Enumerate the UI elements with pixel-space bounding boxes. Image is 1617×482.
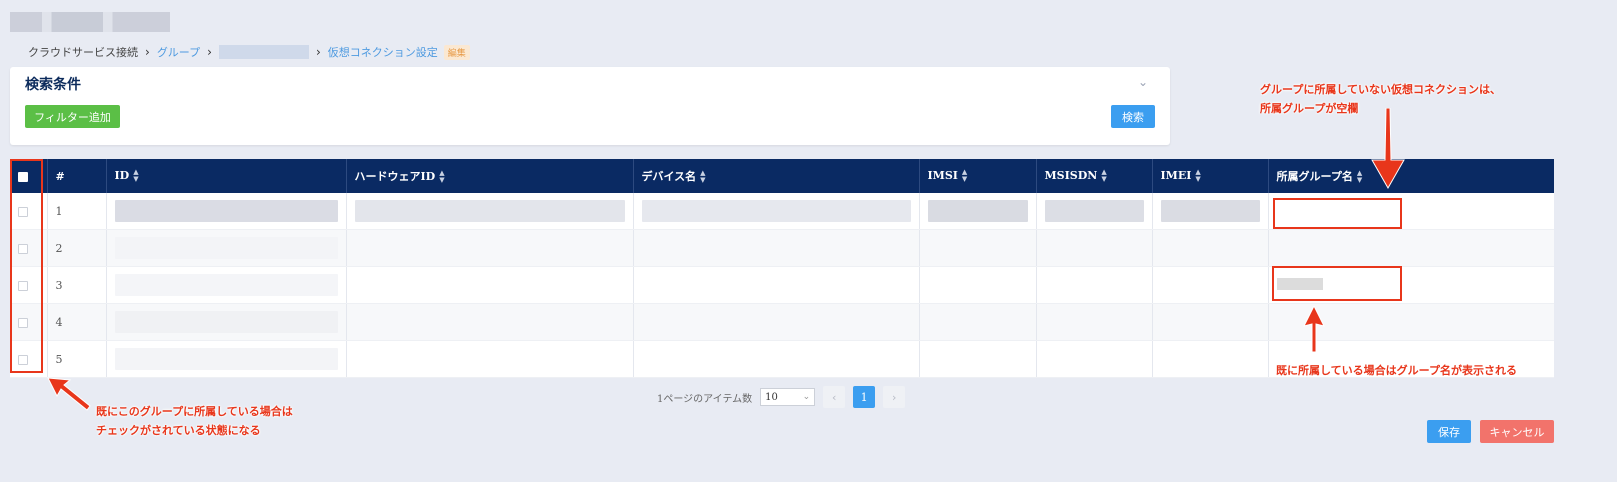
chevron-right-icon: ›: [145, 45, 150, 59]
cell-device-name: [633, 266, 920, 304]
sort-icon[interactable]: ▲ ▼: [700, 170, 705, 184]
arrow-up-left-icon: [47, 377, 91, 411]
chevron-right-icon: ›: [315, 45, 321, 59]
annotation-group-shown: 既に所属している場合はグループ名が表示される: [1276, 364, 1518, 377]
col-header-group-name[interactable]: 所属グループ名 ▲ ▼: [1268, 159, 1554, 193]
breadcrumb-virtual-connection[interactable]: 仮想コネクション設定: [328, 44, 438, 60]
add-filter-button[interactable]: フィルター追加: [25, 105, 120, 128]
save-button[interactable]: 保存: [1427, 420, 1471, 443]
cell-hardware-id: [346, 229, 634, 267]
row-number: 4: [47, 303, 107, 341]
breadcrumb-group[interactable]: グループ: [157, 44, 200, 60]
annotation-checked-state: 既にこのグループに所属している場合は チェックがされている状態になる: [96, 405, 293, 437]
sort-icon[interactable]: ▲ ▼: [1101, 169, 1106, 183]
breadcrumb-group-name[interactable]: [218, 45, 309, 59]
table-row[interactable]: 2: [10, 229, 1554, 267]
cell-id: [106, 303, 347, 341]
sort-icon[interactable]: ▲ ▼: [439, 170, 444, 184]
prev-page-button[interactable]: ‹: [823, 386, 846, 408]
row-number: 2: [47, 229, 107, 267]
cell-hardware-id: [346, 340, 634, 378]
table-header-row: # ID ▲ ▼ ハードウェアID ▲ ▼ デバイス名 ▲ ▼ IMSI ▲ ▼ MSISDN ▲…: [10, 159, 1554, 193]
cell-imei: [1152, 229, 1269, 267]
cell-msisdn: [1036, 303, 1153, 341]
cell-id: [106, 340, 347, 378]
group-name-highlight: [1272, 266, 1402, 301]
cell-id: [106, 266, 347, 304]
cell-device-name: [633, 193, 920, 230]
search-button[interactable]: 検索: [1111, 105, 1155, 128]
chevron-right-icon: ›: [891, 390, 897, 404]
cell-group-name: [1268, 229, 1554, 267]
arrow-up-icon: [1303, 306, 1325, 352]
page-button[interactable]: 1: [853, 386, 876, 408]
chevron-down-icon: ⌄: [802, 392, 811, 402]
cancel-button[interactable]: キャンセル: [1480, 420, 1554, 443]
cell-msisdn: [1036, 340, 1153, 378]
cell-imei: [1152, 340, 1269, 378]
items-per-page-label: 1ページのアイテム数: [657, 393, 753, 405]
cell-msisdn: [1036, 229, 1153, 267]
page-size-select[interactable]: 10 ⌄: [760, 388, 816, 406]
cell-hardware-id: [346, 303, 634, 341]
page-title: [10, 12, 170, 32]
cell-imsi: [919, 266, 1037, 304]
col-header-imei[interactable]: IMEI ▲ ▼: [1152, 159, 1269, 193]
cell-imsi: [919, 303, 1037, 341]
sort-icon[interactable]: ▲ ▼: [133, 169, 138, 183]
sort-icon[interactable]: ▲ ▼: [1195, 169, 1200, 183]
arrow-down-icon: [1371, 108, 1405, 190]
empty-group-highlight: [1273, 198, 1402, 229]
chevron-left-icon: ‹: [831, 390, 837, 404]
cell-imei: [1152, 303, 1269, 341]
pagination: 1ページのアイテム数 10 ⌄ ‹ 1 ›: [657, 385, 906, 409]
sort-icon[interactable]: ▲ ▼: [1357, 170, 1362, 184]
row-number: 1: [47, 193, 107, 230]
search-panel-title: 検索条件: [25, 77, 81, 93]
chevron-right-icon: ›: [207, 45, 212, 59]
cell-imei: [1152, 193, 1269, 230]
cell-id: [106, 193, 347, 230]
chevron-down-icon[interactable]: ⌄: [1138, 75, 1148, 89]
col-header-msisdn[interactable]: MSISDN ▲ ▼: [1036, 159, 1153, 193]
search-panel: 検索条件 ⌄ フィルター追加 検索: [10, 67, 1170, 145]
row-number: 5: [47, 340, 107, 378]
cell-imsi: [919, 340, 1037, 378]
col-header-device-name[interactable]: デバイス名 ▲ ▼: [633, 159, 920, 193]
cell-imei: [1152, 266, 1269, 304]
cell-id: [106, 229, 347, 267]
breadcrumb: クラウドサービス接続 › グループ › › 仮想コネクション設定 編集: [28, 44, 470, 60]
checkbox-column-highlight: [10, 159, 43, 373]
col-header-id[interactable]: ID ▲ ▼: [106, 159, 347, 193]
next-page-button[interactable]: ›: [883, 386, 906, 408]
col-header-hardware-id[interactable]: ハードウェアID ▲ ▼: [346, 159, 634, 193]
sort-icon[interactable]: ▲ ▼: [962, 169, 967, 183]
cell-msisdn: [1036, 266, 1153, 304]
cell-hardware-id: [346, 193, 634, 230]
breadcrumb-cloud-service[interactable]: クラウドサービス接続: [28, 44, 138, 60]
cell-device-name: [633, 303, 920, 341]
page-size-value: 10: [765, 391, 778, 403]
cell-imsi: [919, 193, 1037, 230]
edit-badge: 編集: [443, 44, 470, 60]
row-number: 3: [47, 266, 107, 304]
col-header-number: #: [47, 159, 107, 193]
cell-imsi: [919, 229, 1037, 267]
col-header-imsi[interactable]: IMSI ▲ ▼: [919, 159, 1037, 193]
cell-device-name: [633, 340, 920, 378]
cell-hardware-id: [346, 266, 634, 304]
cell-msisdn: [1036, 193, 1153, 230]
cell-device-name: [633, 229, 920, 267]
